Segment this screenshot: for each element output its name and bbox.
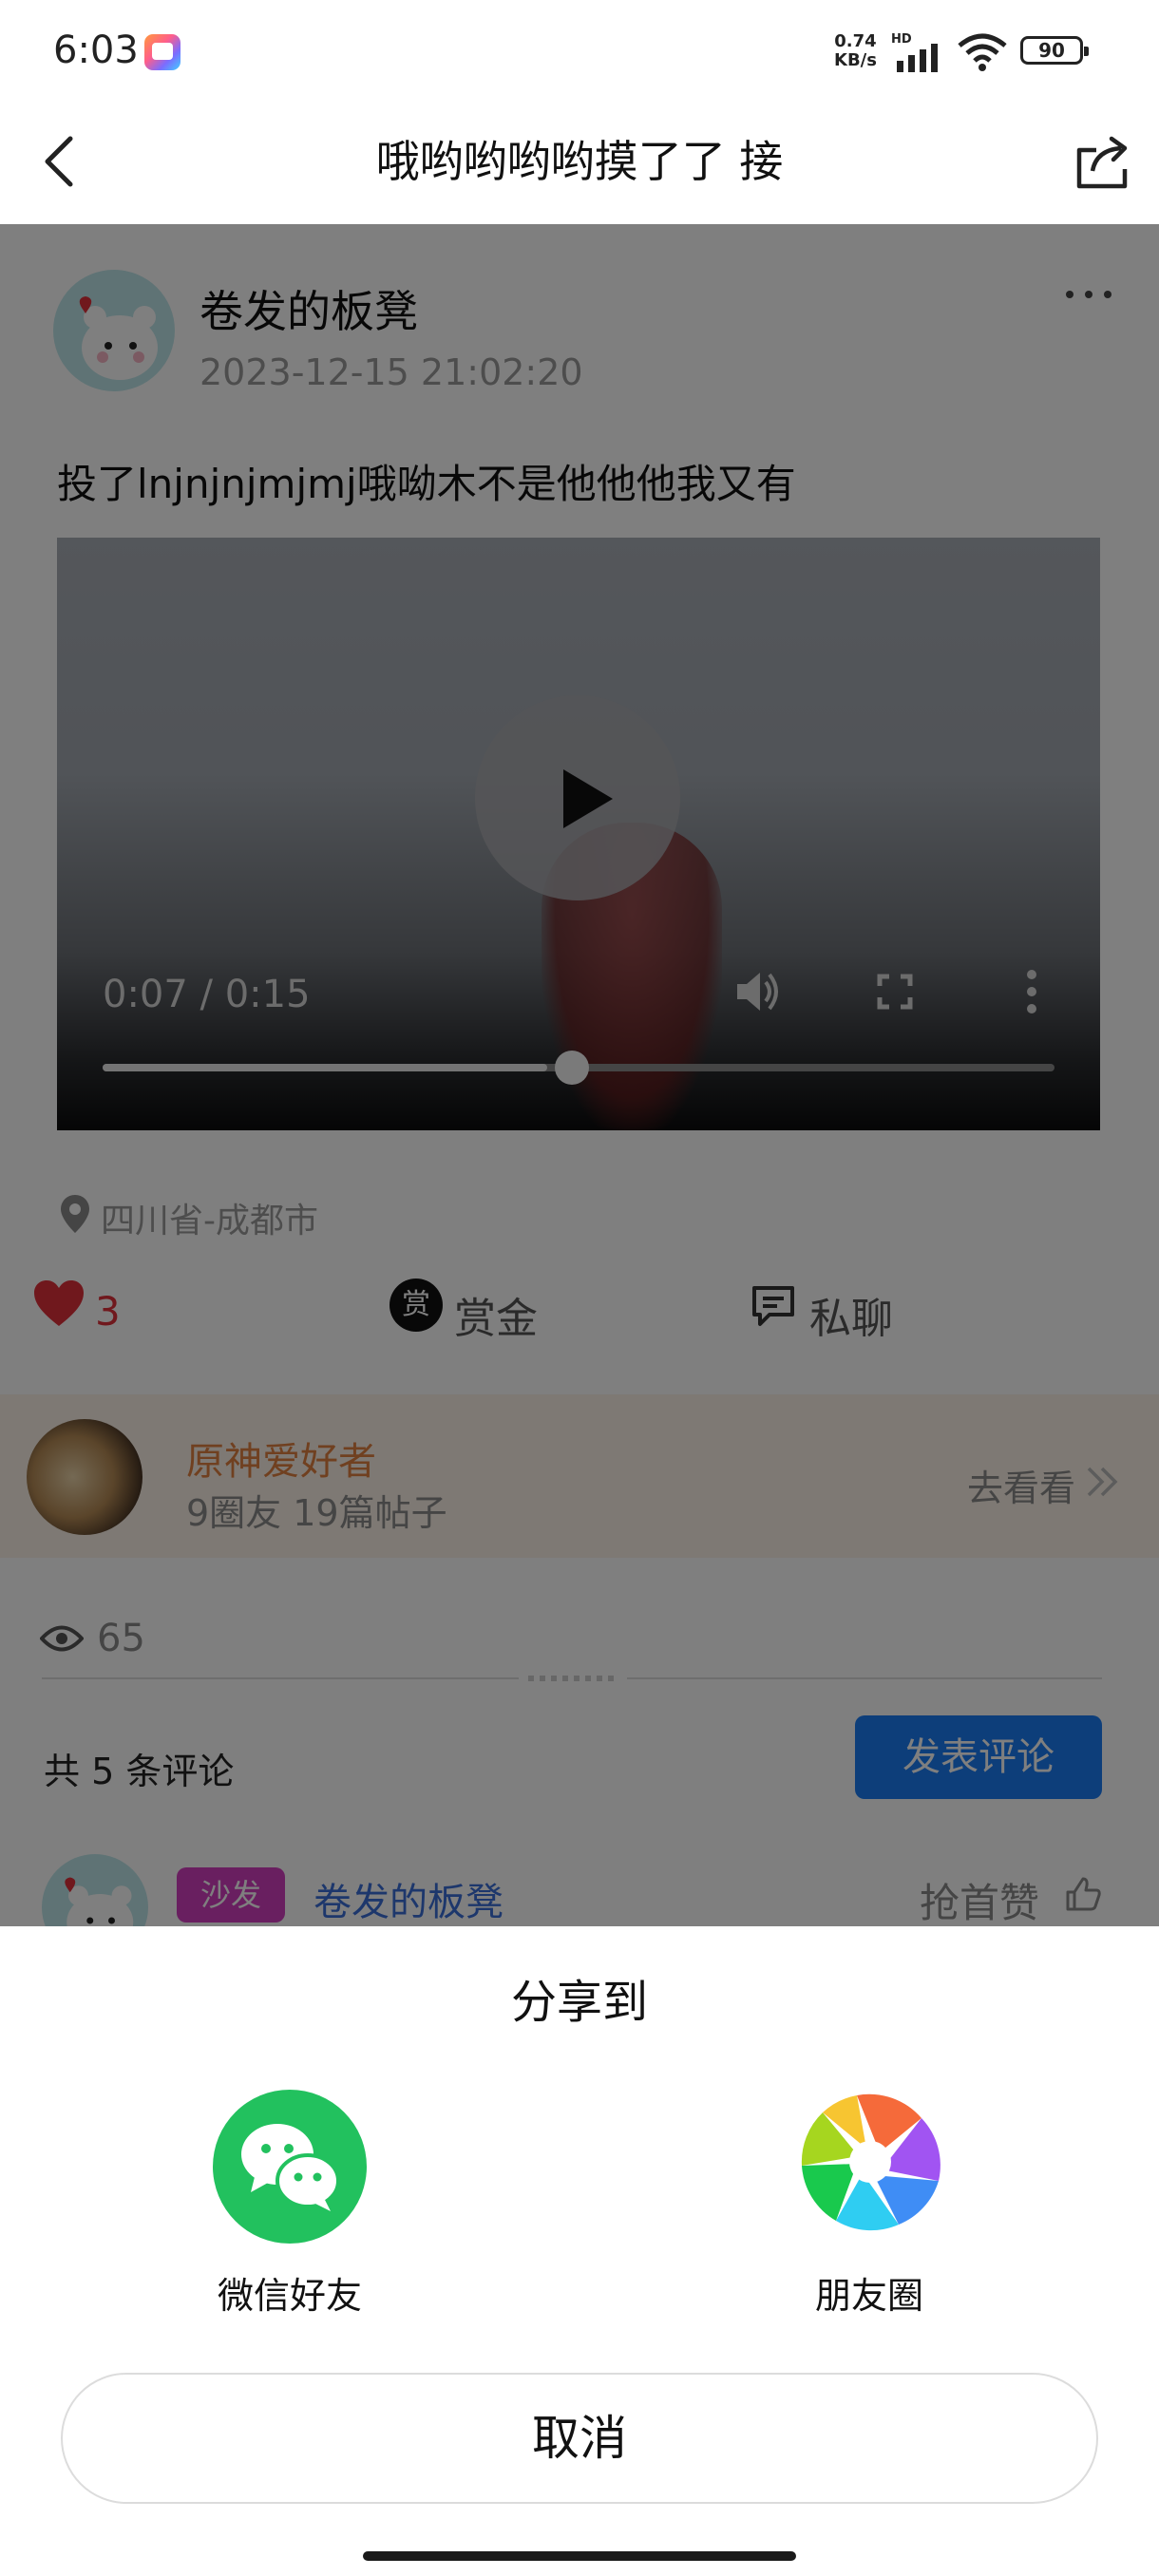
wechat-icon[interactable]	[213, 2090, 367, 2244]
back-icon[interactable]	[42, 133, 76, 190]
network-speed-value: 0.74	[834, 31, 877, 51]
network-speed-unit: KB/s	[834, 50, 877, 70]
battery-level: 90	[1038, 39, 1065, 62]
network-speed: 0.74 KB/s	[834, 32, 877, 70]
home-indicator[interactable]	[363, 2551, 796, 2561]
gallery-app-icon	[144, 34, 180, 70]
share-option-label[interactable]: 朋友圈	[750, 2266, 988, 2319]
share-icon[interactable]	[1074, 133, 1132, 192]
page-title: 哦哟哟哟哟摸了了 接	[375, 136, 784, 187]
share-sheet-title: 分享到	[510, 1976, 648, 2029]
status-time: 6:03	[53, 28, 139, 72]
modal-backdrop[interactable]	[0, 224, 1159, 1926]
share-option-label[interactable]: 微信好友	[171, 2266, 408, 2319]
wifi-icon	[958, 33, 1007, 71]
cancel-button[interactable]: 取消	[61, 2373, 1098, 2504]
signal-icon	[897, 44, 938, 72]
moments-icon[interactable]	[800, 2092, 940, 2232]
battery-icon: 90	[1020, 36, 1089, 65]
